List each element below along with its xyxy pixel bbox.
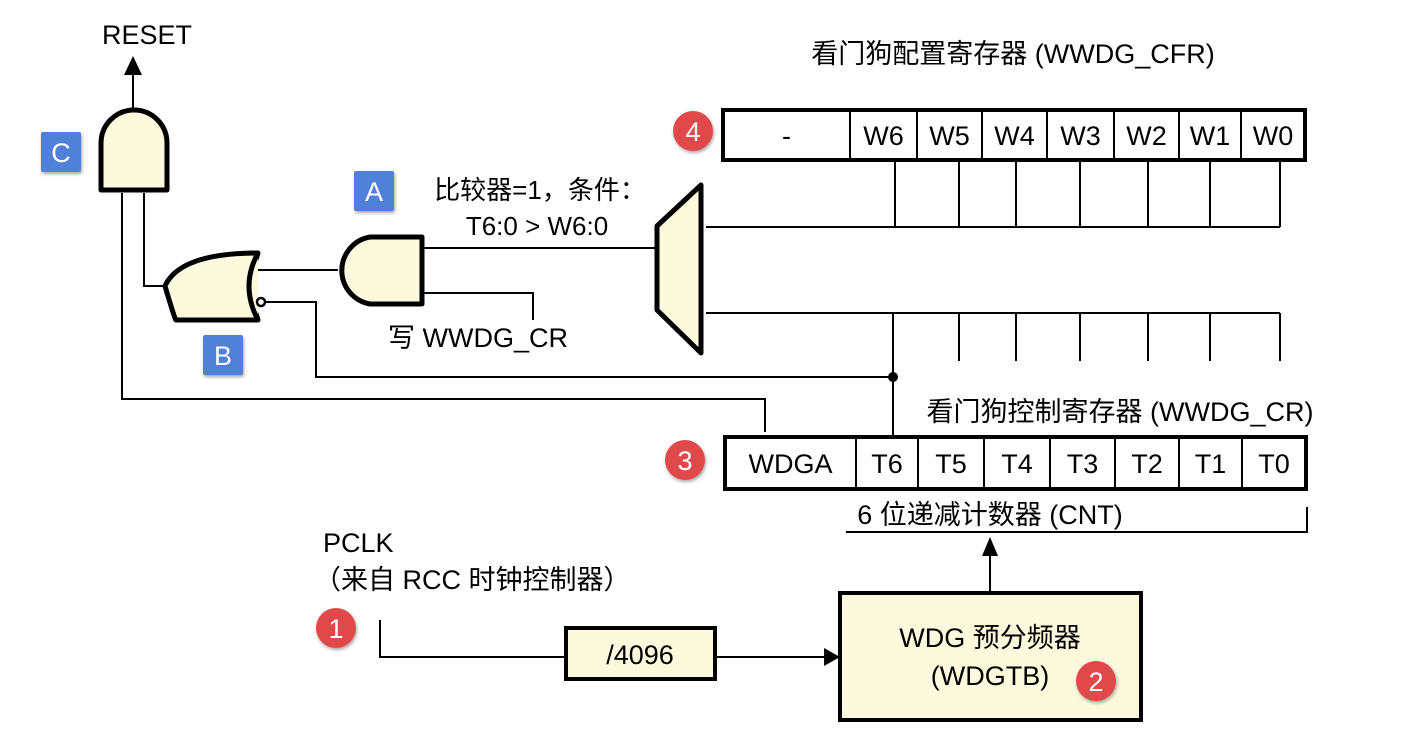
- comparator-condition-line1: 比较器=1，条件：: [434, 175, 646, 205]
- right-arrow-icon: [824, 648, 840, 666]
- divider-label: /4096: [606, 640, 674, 670]
- write-cr-label: 写 WWDG_CR: [388, 323, 568, 353]
- junction-dot: [888, 372, 898, 382]
- badge-1: 1: [316, 608, 356, 648]
- cr-bit-t0: T0: [1258, 449, 1290, 479]
- cfr-bit-w1: W1: [1190, 121, 1231, 151]
- cfr-bit-w2: W2: [1126, 121, 1167, 151]
- or-gate-b: [162, 250, 261, 323]
- cfr-bit-w6: W6: [863, 121, 904, 151]
- cr-bit-t3: T3: [1067, 449, 1099, 479]
- counter-label: 6 位递减计数器 (CNT): [857, 500, 1123, 530]
- badge-3: 3: [665, 440, 705, 480]
- cr-bit-t4: T4: [1001, 449, 1033, 479]
- pclk-source-label: （来自 RCC 时钟控制器）: [314, 565, 631, 595]
- badge-4: 4: [673, 111, 713, 151]
- pclk-wire: [379, 620, 566, 658]
- cr-bit-wdga: WDGA: [749, 449, 833, 479]
- badge-4-label: 4: [685, 117, 700, 147]
- or-b-to-and-c-wire: [143, 193, 168, 287]
- tag-c-label: C: [51, 138, 71, 168]
- inverter-bubble-icon: [255, 296, 267, 308]
- cfr-register: - W6 W5 W4 W3 W2 W1 W0: [721, 108, 1307, 162]
- cfr-title: 看门狗配置寄存器 (WWDG_CFR): [811, 39, 1214, 69]
- prescaler-label-line2: (WDGTB): [931, 661, 1049, 691]
- up-arrow-icon: [982, 537, 998, 556]
- prescaler-label-line1: WDG 预分频器: [899, 623, 1081, 653]
- cfr-bit-w5: W5: [929, 121, 970, 151]
- tag-b: B: [203, 335, 243, 375]
- cfr-bit-w4: W4: [994, 121, 1035, 151]
- cr-bit-t1: T1: [1195, 449, 1227, 479]
- badge-2: 2: [1076, 661, 1116, 701]
- comparator: [654, 182, 704, 356]
- and-gate-a: [339, 234, 425, 307]
- cfr-bit-w0: W0: [1253, 121, 1294, 151]
- badge-2-label: 2: [1088, 667, 1103, 697]
- wwdg-block-diagram: - W6 W5 W4 W3 W2 W1 W0 WDGA T6 T5 T4 T3 T2 T1 T0 /4096…: [41, 20, 1314, 722]
- comparator-condition-line2: T6:0 > W6:0: [466, 211, 608, 241]
- cr-bit-t5: T5: [935, 449, 967, 479]
- write-cr-to-and-a-wire: [424, 292, 534, 320]
- badge-1-label: 1: [328, 614, 343, 644]
- cr-bit-t6: T6: [871, 449, 903, 479]
- tag-b-label: B: [214, 341, 232, 371]
- tag-a-label: A: [365, 177, 383, 207]
- cfr-bit-taps: [894, 160, 1281, 227]
- cr-bit-taps: [958, 313, 1281, 361]
- cfr-bit-dash: -: [782, 121, 791, 151]
- reset-label: RESET: [102, 20, 192, 50]
- cfr-bit-w3: W3: [1060, 121, 1101, 151]
- cr-title: 看门狗控制寄存器 (WWDG_CR): [927, 397, 1314, 427]
- cr-register: WDGA T6 T5 T4 T3 T2 T1 T0: [723, 435, 1308, 491]
- reset-arrow-icon: [124, 56, 142, 75]
- badge-3-label: 3: [677, 446, 692, 476]
- pclk-label: PCLK: [323, 528, 394, 558]
- cr-bit-t2: T2: [1131, 449, 1163, 479]
- tag-a: A: [354, 171, 394, 211]
- tag-c: C: [41, 132, 81, 172]
- and-gate-c: [98, 107, 170, 193]
